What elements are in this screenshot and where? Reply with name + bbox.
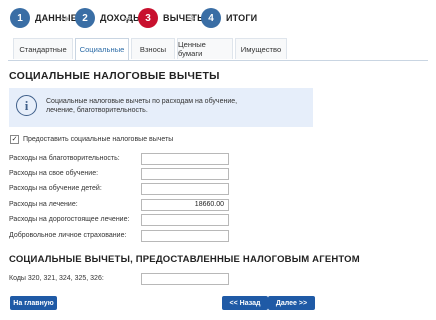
field-row: Добровольное личное страхование:: [0, 230, 436, 243]
info-box: i Социальные налоговые вычеты по расхода…: [9, 88, 313, 127]
voluntary-insurance-input[interactable]: [141, 230, 229, 242]
field-label: Расходы на дорогостоящее лечение:: [9, 216, 130, 223]
section2-title: СОЦИАЛЬНЫЕ ВЫЧЕТЫ, ПРЕДОСТАВЛЕННЫЕ НАЛОГ…: [9, 254, 360, 265]
step-label: ДОХОДЫ: [100, 13, 143, 23]
social-deductions-checkbox[interactable]: ✓: [10, 135, 19, 144]
expensive-treatment-expenses-input[interactable]: [141, 214, 229, 226]
step-deductions[interactable]: 3 ВЫЧЕТЫ: [138, 8, 206, 28]
step-totals[interactable]: 4 ИТОГИ: [201, 8, 257, 28]
step-number: 2: [75, 8, 95, 28]
back-button[interactable]: << Назад: [222, 296, 268, 310]
step-number: 4: [201, 8, 221, 28]
step-number: 3: [138, 8, 158, 28]
field-label: Расходы на благотворительность:: [9, 155, 120, 162]
wizard-steps: 1 ДАННЫЕ ➜ 2 ДОХОДЫ ➜ 3 ВЫЧЕТЫ ➜ 4 ИТОГИ: [0, 0, 436, 34]
step-label: ИТОГИ: [226, 13, 258, 23]
step-arrow-icon: ➜: [123, 13, 133, 25]
home-button[interactable]: На главную: [10, 296, 57, 310]
step-number: 1: [10, 8, 30, 28]
field-row: Коды 320, 321, 324, 325, 326:: [0, 273, 436, 286]
tab-standard[interactable]: Стандартные: [13, 38, 73, 59]
charity-expenses-input[interactable]: [141, 153, 229, 165]
field-label: Расходы на лечение:: [9, 201, 78, 208]
field-row: Расходы на обучение детей:: [0, 183, 436, 196]
info-text: Социальные налоговые вычеты по расходам …: [46, 98, 238, 114]
tab-property[interactable]: Имущество: [235, 38, 287, 59]
children-education-expenses-input[interactable]: [141, 183, 229, 195]
field-row: Расходы на дорогостоящее лечение:: [0, 214, 436, 227]
field-row: Расходы на благотворительность:: [0, 153, 436, 166]
checkbox-label: Предоставить социальные налоговые вычеты: [23, 136, 174, 143]
step-label: ВЫЧЕТЫ: [163, 13, 207, 23]
step-arrow-icon: ➜: [186, 13, 196, 25]
field-label: Коды 320, 321, 324, 325, 326:: [9, 275, 104, 282]
next-button[interactable]: Далее >>: [268, 296, 315, 310]
step-label: ДАННЫЕ: [35, 13, 77, 23]
section-title: СОЦИАЛЬНЫЕ НАЛОГОВЫЕ ВЫЧЕТЫ: [9, 70, 220, 82]
field-row: Расходы на свое обучение:: [0, 168, 436, 181]
field-row: Расходы на лечение: 18660.00: [0, 199, 436, 212]
own-education-expenses-input[interactable]: [141, 168, 229, 180]
agent-codes-input[interactable]: [141, 273, 229, 285]
field-label: Расходы на свое обучение:: [9, 170, 99, 177]
tab-securities[interactable]: Ценные бумаги: [177, 38, 233, 59]
field-label: Расходы на обучение детей:: [9, 185, 102, 192]
tab-social[interactable]: Социальные: [75, 38, 129, 60]
social-deductions-checkbox-row[interactable]: ✓ Предоставить социальные налоговые выче…: [10, 135, 173, 144]
field-label: Добровольное личное страхование:: [9, 232, 127, 239]
tab-contributions[interactable]: Взносы: [131, 38, 175, 59]
treatment-expenses-input[interactable]: 18660.00: [141, 199, 229, 211]
step-arrow-icon: ➜: [60, 13, 70, 25]
deduction-tabs: Стандартные Социальные Взносы Ценные бум…: [8, 38, 428, 61]
info-icon: i: [16, 95, 37, 116]
